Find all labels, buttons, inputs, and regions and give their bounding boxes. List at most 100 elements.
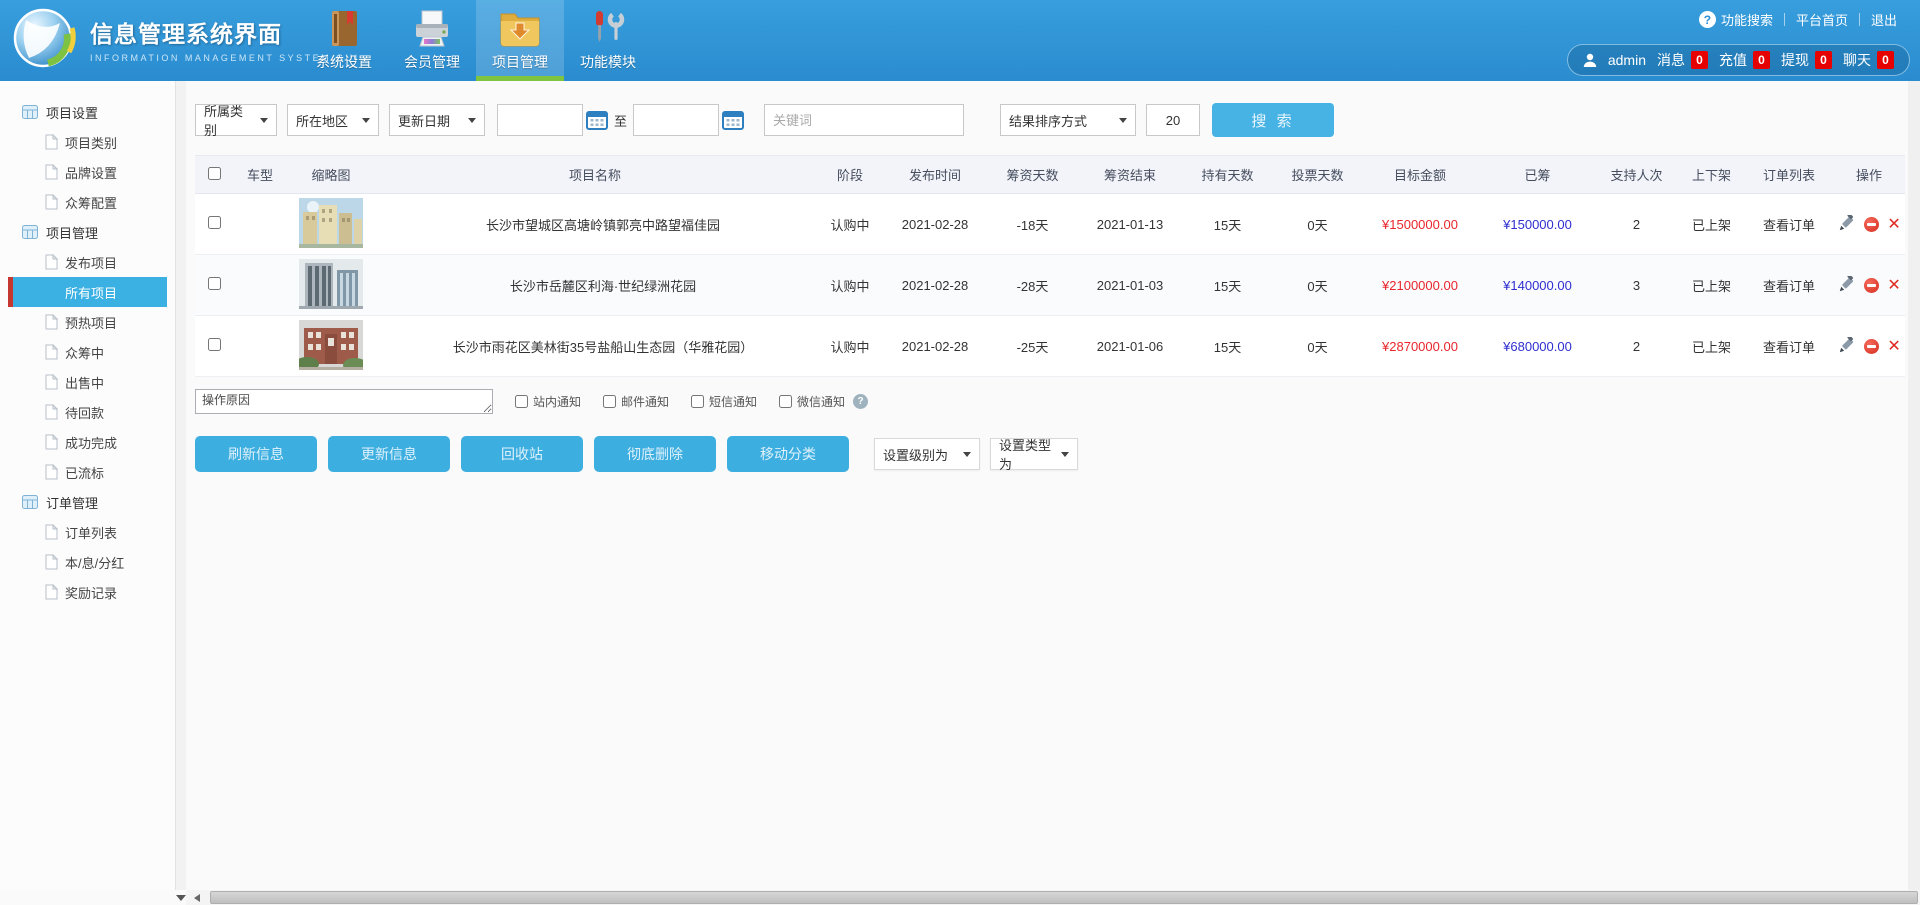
sidebar-item-order-list[interactable]: 订单列表 <box>8 517 167 547</box>
project-thumbnail[interactable] <box>299 198 363 248</box>
page-size-input[interactable] <box>1146 104 1200 136</box>
column-header: 上下架 <box>1678 156 1745 194</box>
date-from-input[interactable] <box>497 104 583 136</box>
notify-wechat-option[interactable]: 微信通知 <box>779 393 845 410</box>
username[interactable]: admin <box>1608 52 1646 68</box>
nav-item-project-management[interactable]: 项目管理 <box>476 0 564 81</box>
row-checkbox[interactable] <box>208 338 221 351</box>
recycle-bin-button[interactable]: 回收站 <box>461 436 583 472</box>
column-header: 持有天数 <box>1180 156 1275 194</box>
recharge-count-badge: 0 <box>1753 51 1770 69</box>
view-orders-link[interactable]: 查看订单 <box>1745 316 1833 377</box>
sort-select[interactable]: 结果排序方式 <box>1000 104 1136 136</box>
row-checkbox[interactable] <box>208 277 221 290</box>
chat-label: 聊天 <box>1843 50 1871 70</box>
disable-icon[interactable] <box>1864 217 1879 232</box>
sidebar-item-preheat-projects[interactable]: 预热项目 <box>8 307 167 337</box>
project-thumbnail[interactable] <box>299 259 363 309</box>
category-select[interactable]: 所属类别 <box>195 104 277 136</box>
notify-wechat-checkbox[interactable] <box>779 395 792 408</box>
view-orders-link[interactable]: 查看订单 <box>1745 194 1833 255</box>
file-icon <box>45 194 58 210</box>
scroll-left-arrow-icon[interactable] <box>194 894 200 902</box>
file-icon <box>45 464 58 480</box>
nav-item-system-settings[interactable]: 系统设置 <box>300 0 388 81</box>
calendar-icon[interactable] <box>586 110 608 130</box>
disable-icon[interactable] <box>1864 339 1879 354</box>
sidebar-item-brand-settings[interactable]: 品牌设置 <box>8 157 167 187</box>
view-orders-link[interactable]: 查看订单 <box>1745 255 1833 316</box>
sidebar-group-order-management[interactable]: 订单管理 <box>0 487 175 517</box>
notify-sms-option[interactable]: 短信通知 <box>691 393 757 410</box>
sidebar-item-successfully-completed[interactable]: 成功完成 <box>8 427 167 457</box>
sidebar-item-crowdfunding-config[interactable]: 众筹配置 <box>8 187 167 217</box>
sidebar-item-failed[interactable]: 已流标 <box>8 457 167 487</box>
vertical-scrollbar[interactable] <box>1908 81 1920 890</box>
delete-forever-button[interactable]: 彻底删除 <box>594 436 716 472</box>
horizontal-scrollbar[interactable] <box>186 890 1920 905</box>
region-select[interactable]: 所在地区 <box>287 104 379 136</box>
search-button[interactable]: 搜 索 <box>1212 103 1334 137</box>
messages-link[interactable]: 消息 0 <box>1657 50 1708 70</box>
help-icon[interactable] <box>853 394 868 409</box>
set-level-select[interactable]: 设置级别为 <box>874 438 980 470</box>
notify-email-option[interactable]: 邮件通知 <box>603 393 669 410</box>
nav-item-member-management[interactable]: 会员管理 <box>388 0 476 81</box>
edit-icon[interactable] <box>1837 276 1855 294</box>
notify-email-checkbox[interactable] <box>603 395 616 408</box>
sidebar-group-project-management[interactable]: 项目管理 <box>0 217 175 247</box>
notify-site-option[interactable]: 站内通知 <box>515 393 581 410</box>
platform-home-link[interactable]: 平台首页 <box>1785 10 1859 29</box>
raise-end-cell: 2021-01-13 <box>1080 194 1180 255</box>
function-search-link[interactable]: 功能搜索 <box>1688 10 1784 29</box>
sidebar-item-on-sale[interactable]: 出售中 <box>8 367 167 397</box>
set-level-select-value: 设置级别为 <box>883 445 948 464</box>
sidebar-item-principal-interest-dividend[interactable]: 本/息/分红 <box>8 547 167 577</box>
date-to-input[interactable] <box>633 104 719 136</box>
set-type-select[interactable]: 设置类型为 <box>990 438 1078 470</box>
sidebar-item-reward-records[interactable]: 奖励记录 <box>8 577 167 607</box>
logout-link[interactable]: 退出 <box>1860 10 1908 29</box>
delete-icon[interactable] <box>1887 278 1900 293</box>
column-header: 操作 <box>1833 156 1905 194</box>
disable-icon[interactable] <box>1864 278 1879 293</box>
move-category-button[interactable]: 移动分类 <box>727 436 849 472</box>
refresh-info-button[interactable]: 刷新信息 <box>195 436 317 472</box>
horizontal-scrollbar-thumb[interactable] <box>210 891 1918 904</box>
select-all-checkbox[interactable] <box>208 167 221 180</box>
sidebar-scrollbar[interactable] <box>175 81 186 890</box>
sidebar-group-label: 项目管理 <box>46 223 98 242</box>
edit-icon[interactable] <box>1837 215 1855 233</box>
row-select-cell <box>195 316 233 377</box>
sidebar-item-project-category[interactable]: 项目类别 <box>8 127 167 157</box>
column-header: 目标金额 <box>1360 156 1480 194</box>
notify-sms-checkbox[interactable] <box>691 395 704 408</box>
notify-site-checkbox[interactable] <box>515 395 528 408</box>
sidebar-item-publish-project[interactable]: 发布项目 <box>8 247 167 277</box>
update-date-select[interactable]: 更新日期 <box>389 104 485 136</box>
project-name[interactable]: 长沙市岳麓区利海·世纪绿洲花园 <box>375 255 815 316</box>
edit-icon[interactable] <box>1837 337 1855 355</box>
sidebar-group-project-settings[interactable]: 项目设置 <box>0 97 175 127</box>
reason-textarea[interactable]: 操作原因 <box>195 389 493 414</box>
project-name[interactable]: 长沙市雨花区美林街35号盐船山生态园（华雅花园） <box>375 316 815 377</box>
withdraw-link[interactable]: 提现 0 <box>1781 50 1832 70</box>
calendar-icon[interactable] <box>722 110 744 130</box>
chat-link[interactable]: 聊天 0 <box>1843 50 1894 70</box>
sidebar-item-all-projects[interactable]: 所有项目 <box>8 277 167 307</box>
sidebar-scroll-down-icon[interactable] <box>176 894 186 902</box>
user-bar: admin 消息 0 充值 0 提现 0 聊天 0 <box>1567 44 1910 76</box>
project-thumbnail[interactable] <box>299 320 363 370</box>
sidebar-item-pending-repayment[interactable]: 待回款 <box>8 397 167 427</box>
delete-icon[interactable] <box>1887 339 1900 354</box>
update-info-button[interactable]: 更新信息 <box>328 436 450 472</box>
project-name[interactable]: 长沙市望城区高塘岭镇郭亮中路望福佳园 <box>375 194 815 255</box>
delete-icon[interactable] <box>1887 217 1900 232</box>
row-checkbox[interactable] <box>208 216 221 229</box>
sidebar-item-label: 预热项目 <box>65 313 117 332</box>
keyword-input[interactable] <box>764 104 964 136</box>
app-logo-icon <box>12 6 78 72</box>
sidebar-item-crowdfunding-active[interactable]: 众筹中 <box>8 337 167 367</box>
nav-item-function-modules[interactable]: 功能模块 <box>564 0 652 81</box>
recharge-link[interactable]: 充值 0 <box>1719 50 1770 70</box>
